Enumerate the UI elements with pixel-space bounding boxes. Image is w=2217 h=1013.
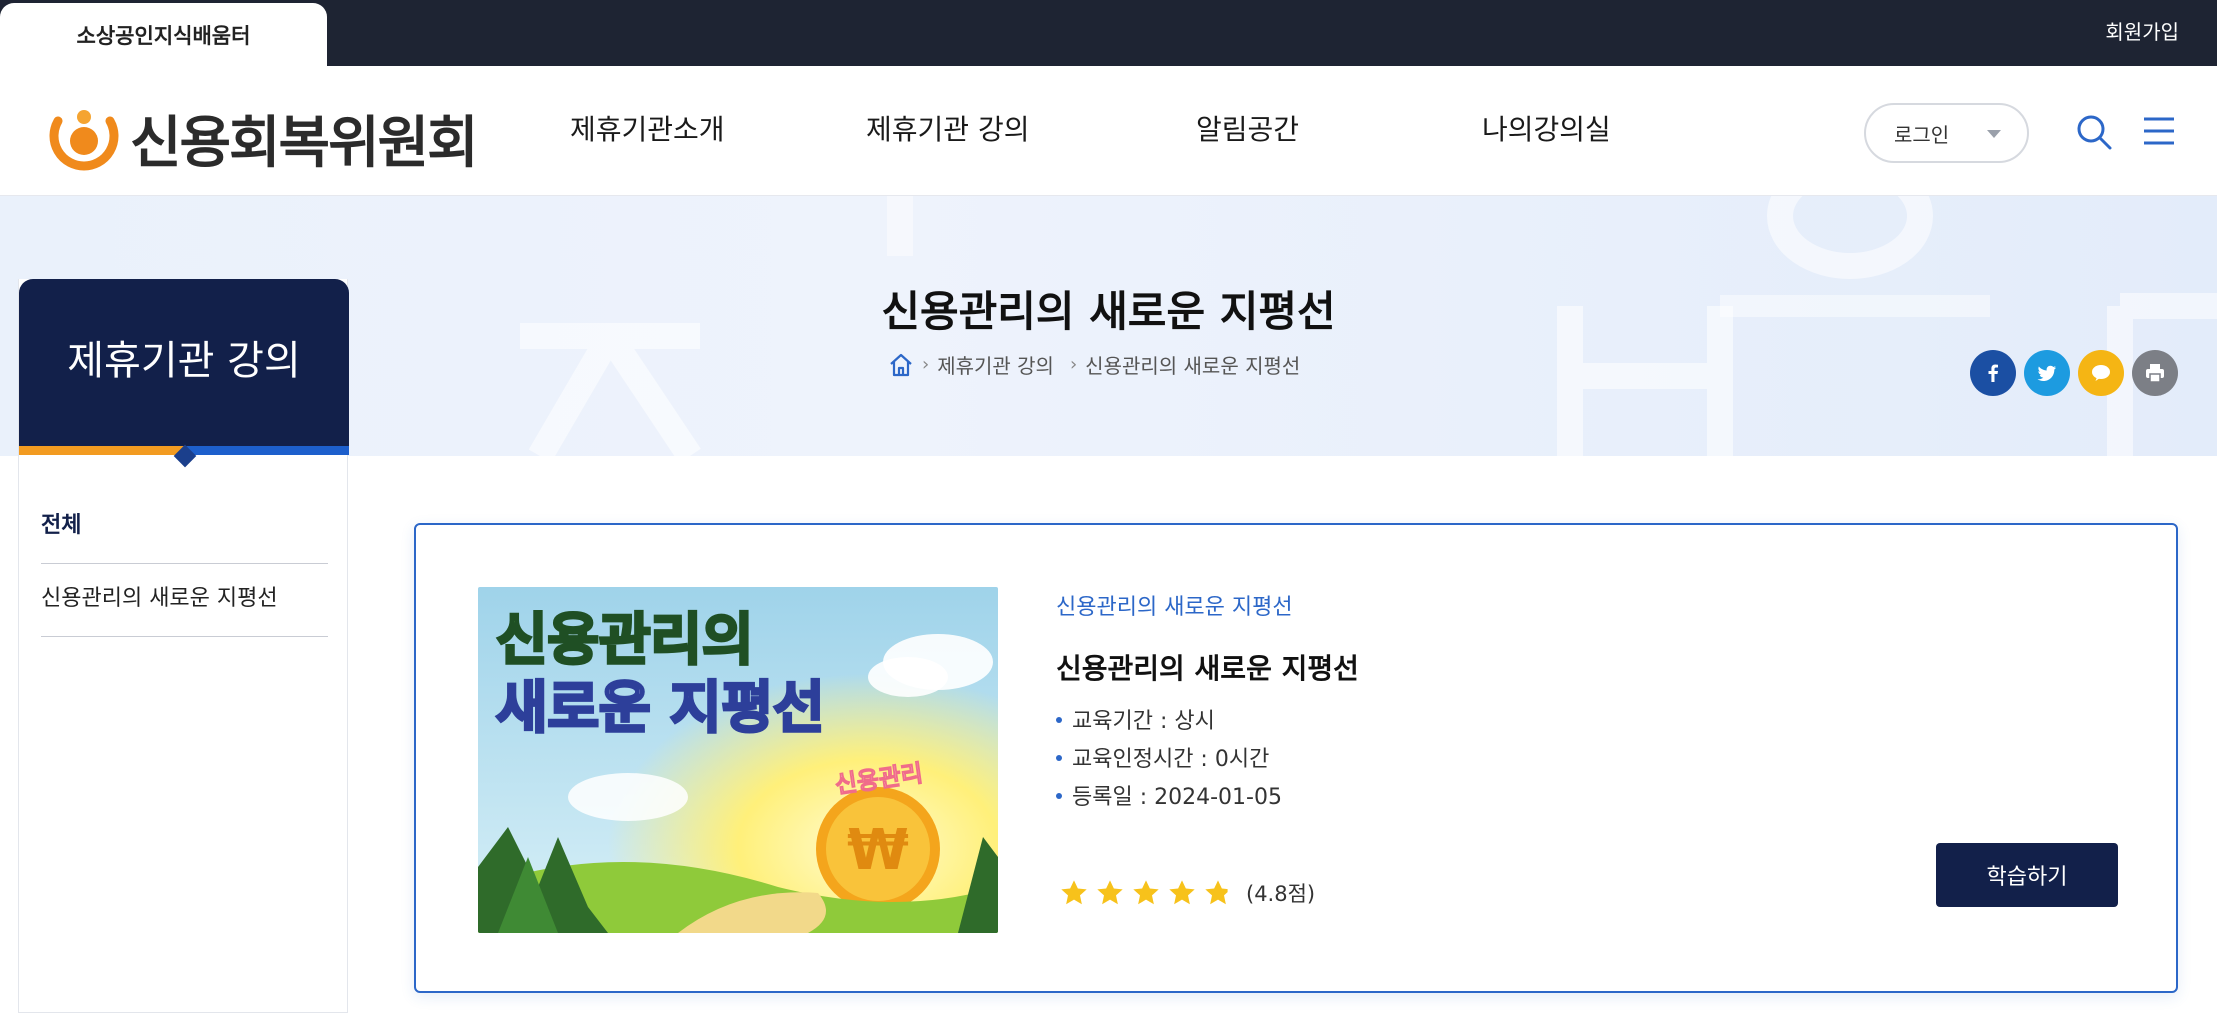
thumbnail-title-line1: 신용관리의 <box>496 608 754 673</box>
nav-item-partner-intro[interactable]: 제휴기관소개 <box>570 108 725 148</box>
nav-item-my-classroom[interactable]: 나의강의실 <box>1482 108 1611 148</box>
course-thumbnail-illustration: ₩ 신용관리 신용관리의 새로운 지평선 <box>478 587 998 933</box>
sidebar-title-stripe <box>19 444 349 468</box>
logo-mark-icon <box>48 103 120 175</box>
star-icon <box>1169 880 1195 905</box>
search-button[interactable] <box>2074 112 2114 152</box>
breadcrumb-item-current[interactable]: 신용관리의 새로운 지평선 <box>1085 350 1300 379</box>
logo-text: 신용회복위원회 <box>130 111 479 176</box>
twitter-icon <box>2037 365 2056 381</box>
course-category-tag: 신용관리의 새로운 지평선 <box>1056 595 1293 620</box>
signup-link[interactable]: 회원가입 <box>2105 16 2179 45</box>
rating-stars <box>1056 877 1236 909</box>
course-card: ₩ 신용관리 신용관리의 새로운 지평선 신용관리의 새로운 지평선 신용관리의… <box>414 523 2178 993</box>
study-button[interactable]: 학습하기 <box>1936 843 2118 907</box>
course-title[interactable]: 신용관리의 새로운 지평선 <box>1056 647 1359 687</box>
sidebar-item-credit-horizon[interactable]: 신용관리의 새로운 지평선 <box>41 580 328 637</box>
login-select[interactable]: 로그인 <box>1864 103 2029 163</box>
sidebar-item-all[interactable]: 전체 <box>41 507 328 564</box>
facebook-share-button[interactable] <box>1970 350 2016 396</box>
chevron-down-icon <box>1987 130 2001 138</box>
logo[interactable]: 신용회복위원회 <box>48 98 479 179</box>
sidebar: 제휴기관 강의 전체 신용관리의 새로운 지평선 <box>18 279 349 1013</box>
top-utility-bar: 소상공인지식배움터 회원가입 <box>0 0 2217 66</box>
login-select-label: 로그인 <box>1894 122 1950 147</box>
nav-item-partner-lectures[interactable]: 제휴기관 강의 <box>866 108 1029 148</box>
course-info-date: 등록일 : 2024-01-05 <box>1056 779 1656 811</box>
breadcrumb-separator-icon: › <box>1069 354 1078 375</box>
course-rating: (4.8점) <box>1056 877 1315 909</box>
breadcrumb: › 제휴기관 강의 › 신용관리의 새로운 지평선 <box>888 350 1300 379</box>
course-info-hours: 교육인정시간 : 0시간 <box>1056 741 1656 773</box>
star-icon <box>1133 880 1159 905</box>
breadcrumb-separator-icon: › <box>922 354 930 375</box>
main-header: 신용회복위원회 제휴기관소개 제휴기관 강의 알림공간 나의강의실 로그인 <box>0 66 2217 196</box>
search-icon <box>2077 115 2112 150</box>
rating-score: (4.8점) <box>1246 882 1316 906</box>
breadcrumb-item-partner-lectures[interactable]: 제휴기관 강의 <box>937 350 1054 379</box>
star-icon <box>1061 880 1087 905</box>
course-thumbnail[interactable]: ₩ 신용관리 신용관리의 새로운 지평선 <box>478 587 998 933</box>
sidebar-title: 제휴기관 강의 <box>19 279 349 455</box>
kakao-talk-icon <box>2092 365 2110 381</box>
twitter-share-button[interactable] <box>2024 350 2070 396</box>
course-info-period: 교육기간 : 상시 <box>1056 703 1656 735</box>
star-icon <box>1097 880 1123 905</box>
hamburger-menu-icon <box>2144 117 2174 145</box>
thumbnail-title-line2: 새로운 지평선 <box>496 676 825 741</box>
site-tab[interactable]: 소상공인지식배움터 <box>0 3 327 66</box>
nav-item-notice[interactable]: 알림공간 <box>1196 108 1299 148</box>
facebook-icon <box>1988 364 1998 382</box>
home-icon[interactable] <box>888 352 914 378</box>
star-icon <box>1205 880 1228 905</box>
menu-button[interactable] <box>2142 114 2176 148</box>
coin-symbol: ₩ <box>847 818 909 883</box>
kakao-share-button[interactable] <box>2078 350 2124 396</box>
print-icon <box>2146 364 2164 383</box>
print-button[interactable] <box>2132 350 2178 396</box>
share-buttons <box>1970 350 2186 396</box>
